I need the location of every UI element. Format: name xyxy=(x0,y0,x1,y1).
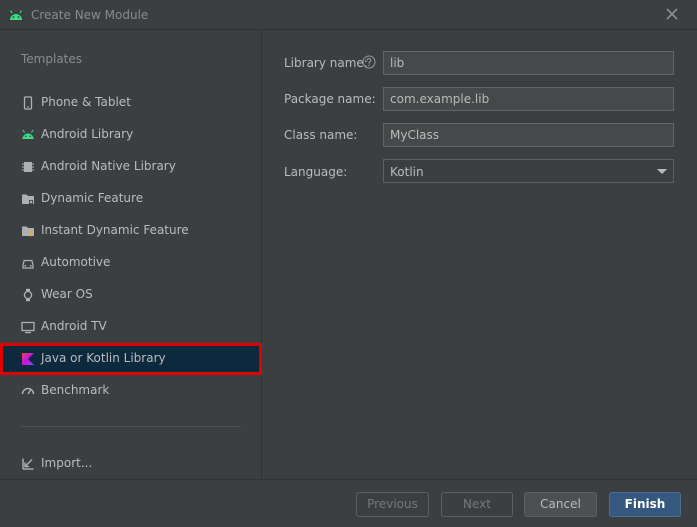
template-label: Automotive xyxy=(41,255,111,269)
library-name-input[interactable] xyxy=(383,51,674,75)
template-android-native-library[interactable]: Android Native Library xyxy=(0,151,262,183)
templates-heading: Templates xyxy=(21,52,83,66)
folder-icon xyxy=(22,194,34,204)
next-button[interactable]: Next xyxy=(441,492,513,517)
class-name-label: Class name: xyxy=(284,128,358,142)
android-icon xyxy=(22,129,34,139)
library-name-label: Library name: xyxy=(284,56,368,70)
template-automotive[interactable]: Automotive xyxy=(0,247,262,279)
template-instant-dynamic-feature[interactable]: Instant Dynamic Feature xyxy=(0,215,262,247)
package-name-input[interactable] xyxy=(383,87,674,111)
help-icon[interactable] xyxy=(362,55,376,69)
template-label: Instant Dynamic Feature xyxy=(41,223,189,237)
folder-lightning-icon xyxy=(22,226,34,238)
template-label: Android Native Library xyxy=(41,159,176,173)
language-dropdown[interactable]: Kotlin xyxy=(383,159,674,183)
import-icon xyxy=(22,458,34,470)
template-label: Dynamic Feature xyxy=(41,191,144,205)
package-name-label: Package name: xyxy=(284,92,376,106)
template-wear-os[interactable]: Wear OS xyxy=(0,279,262,311)
templates-sidebar: Templates Phone & Tablet Android Library xyxy=(0,30,262,479)
language-selected-value: Kotlin xyxy=(390,165,424,179)
template-label: Wear OS xyxy=(41,287,93,301)
dialog-footer: Previous Next Cancel Finish xyxy=(0,479,697,527)
car-icon xyxy=(22,259,34,269)
phone-icon xyxy=(23,96,33,110)
cancel-button[interactable]: Cancel xyxy=(524,492,597,517)
import-item[interactable]: Import... xyxy=(0,448,262,480)
class-name-input[interactable] xyxy=(383,123,674,147)
gauge-icon xyxy=(21,387,35,395)
watch-icon xyxy=(23,288,33,302)
template-android-tv[interactable]: Android TV xyxy=(0,311,262,343)
previous-button[interactable]: Previous xyxy=(356,492,429,517)
template-label: Java or Kotlin Library xyxy=(41,351,166,365)
kotlin-icon xyxy=(22,353,34,365)
template-label: Phone & Tablet xyxy=(41,95,131,109)
chip-icon xyxy=(22,162,34,172)
android-icon xyxy=(9,10,23,20)
tv-icon xyxy=(21,321,35,334)
create-module-dialog: Create New Module Templates Phone & Tabl… xyxy=(0,0,697,527)
close-icon[interactable] xyxy=(664,6,680,22)
template-label: Benchmark xyxy=(41,383,110,397)
chevron-down-icon xyxy=(657,169,667,174)
sidebar-divider xyxy=(21,426,241,427)
module-config-panel: Library name: Package name: Class name: … xyxy=(263,30,697,479)
template-android-library[interactable]: Android Library xyxy=(0,119,262,151)
finish-button[interactable]: Finish xyxy=(609,492,681,517)
title-bar: Create New Module xyxy=(0,0,697,30)
template-dynamic-feature[interactable]: Dynamic Feature xyxy=(0,183,262,215)
template-benchmark[interactable]: Benchmark xyxy=(0,375,262,407)
template-label: Android TV xyxy=(41,319,107,333)
template-java-kotlin-library[interactable]: Java or Kotlin Library xyxy=(0,343,262,375)
import-label: Import... xyxy=(41,456,93,470)
window-title: Create New Module xyxy=(31,8,149,22)
template-label: Android Library xyxy=(41,127,134,141)
language-label: Language: xyxy=(284,165,348,179)
template-phone-tablet[interactable]: Phone & Tablet xyxy=(0,87,262,119)
